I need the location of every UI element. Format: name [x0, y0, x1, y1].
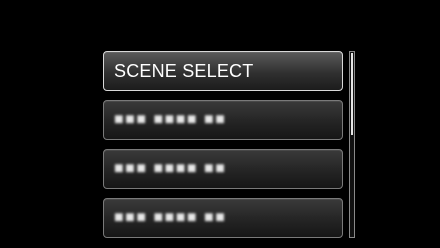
menu-list: SCENE SELECT ■■■ ■■■■ ■■ ■■■ ■■■■ ■■ ■■■… [103, 51, 343, 247]
menu-item-label: ■■■ ■■■■ ■■ [114, 111, 227, 128]
menu-item[interactable]: ■■■ ■■■■ ■■ [103, 149, 343, 189]
menu-item-label: ■■■ ■■■■ ■■ [114, 209, 227, 226]
menu-item-scene-select[interactable]: SCENE SELECT [103, 51, 343, 91]
camera-menu-screen: SCENE SELECT ■■■ ■■■■ ■■ ■■■ ■■■■ ■■ ■■■… [0, 0, 440, 248]
menu-item[interactable]: ■■■ ■■■■ ■■ [103, 198, 343, 238]
scrollbar[interactable] [349, 51, 355, 238]
menu-item-label: ■■■ ■■■■ ■■ [114, 160, 227, 177]
menu-item[interactable]: ■■■ ■■■■ ■■ [103, 100, 343, 140]
scrollbar-thumb[interactable] [351, 53, 353, 135]
menu-item-label: SCENE SELECT [114, 60, 254, 81]
